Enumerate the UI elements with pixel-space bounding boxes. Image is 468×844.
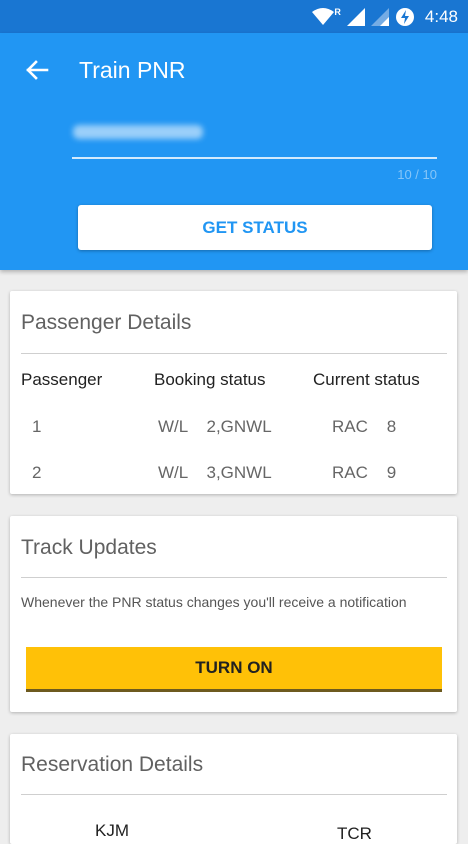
app-bar: Train PNR 10 / 10 GET STATUS xyxy=(0,33,468,270)
track-updates-title: Track Updates xyxy=(21,536,157,559)
divider xyxy=(21,577,447,578)
signal-weak-icon xyxy=(370,8,389,26)
reservation-details-card: Reservation Details KJM TCR xyxy=(10,734,457,844)
passenger-number: 1 xyxy=(32,417,42,436)
turn-on-button[interactable]: TURN ON xyxy=(26,647,442,692)
to-station-code: TCR xyxy=(337,824,372,843)
pnr-input-underline xyxy=(72,157,437,159)
passenger-details-card: Passenger Details Passenger Booking stat… xyxy=(10,291,457,494)
track-updates-card: Track Updates Whenever the PNR status ch… xyxy=(10,516,457,712)
signal-icon xyxy=(346,8,365,26)
status-bar: R 4:48 xyxy=(0,0,468,33)
column-header-passenger: Passenger xyxy=(21,370,103,389)
booking-status: W/L 2,GNWL xyxy=(158,417,272,436)
passenger-details-title: Passenger Details xyxy=(21,311,192,334)
booking-status: W/L 3,GNWL xyxy=(158,463,272,482)
column-header-booking: Booking status xyxy=(154,370,266,389)
data-saver-icon xyxy=(395,8,414,26)
pnr-input[interactable] xyxy=(73,125,203,139)
get-status-button[interactable]: GET STATUS xyxy=(78,205,432,250)
current-status: RAC 9 xyxy=(332,463,397,482)
notification-note: Whenever the PNR status changes you'll r… xyxy=(21,594,407,610)
clock: 4:48 xyxy=(424,7,458,26)
wifi-icon xyxy=(312,8,335,25)
character-counter: 10 / 10 xyxy=(397,167,437,182)
divider xyxy=(21,794,447,795)
status-icons: R 4:48 xyxy=(312,5,458,29)
column-header-current: Current status xyxy=(313,370,420,389)
divider xyxy=(21,353,447,354)
passenger-number: 2 xyxy=(32,463,42,482)
reservation-details-title: Reservation Details xyxy=(21,753,204,776)
current-status: RAC 8 xyxy=(332,417,397,436)
back-arrow-icon[interactable] xyxy=(22,55,52,85)
roaming-indicator: R xyxy=(334,7,341,17)
page-title: Train PNR xyxy=(79,57,186,83)
from-station-code: KJM xyxy=(95,821,129,840)
